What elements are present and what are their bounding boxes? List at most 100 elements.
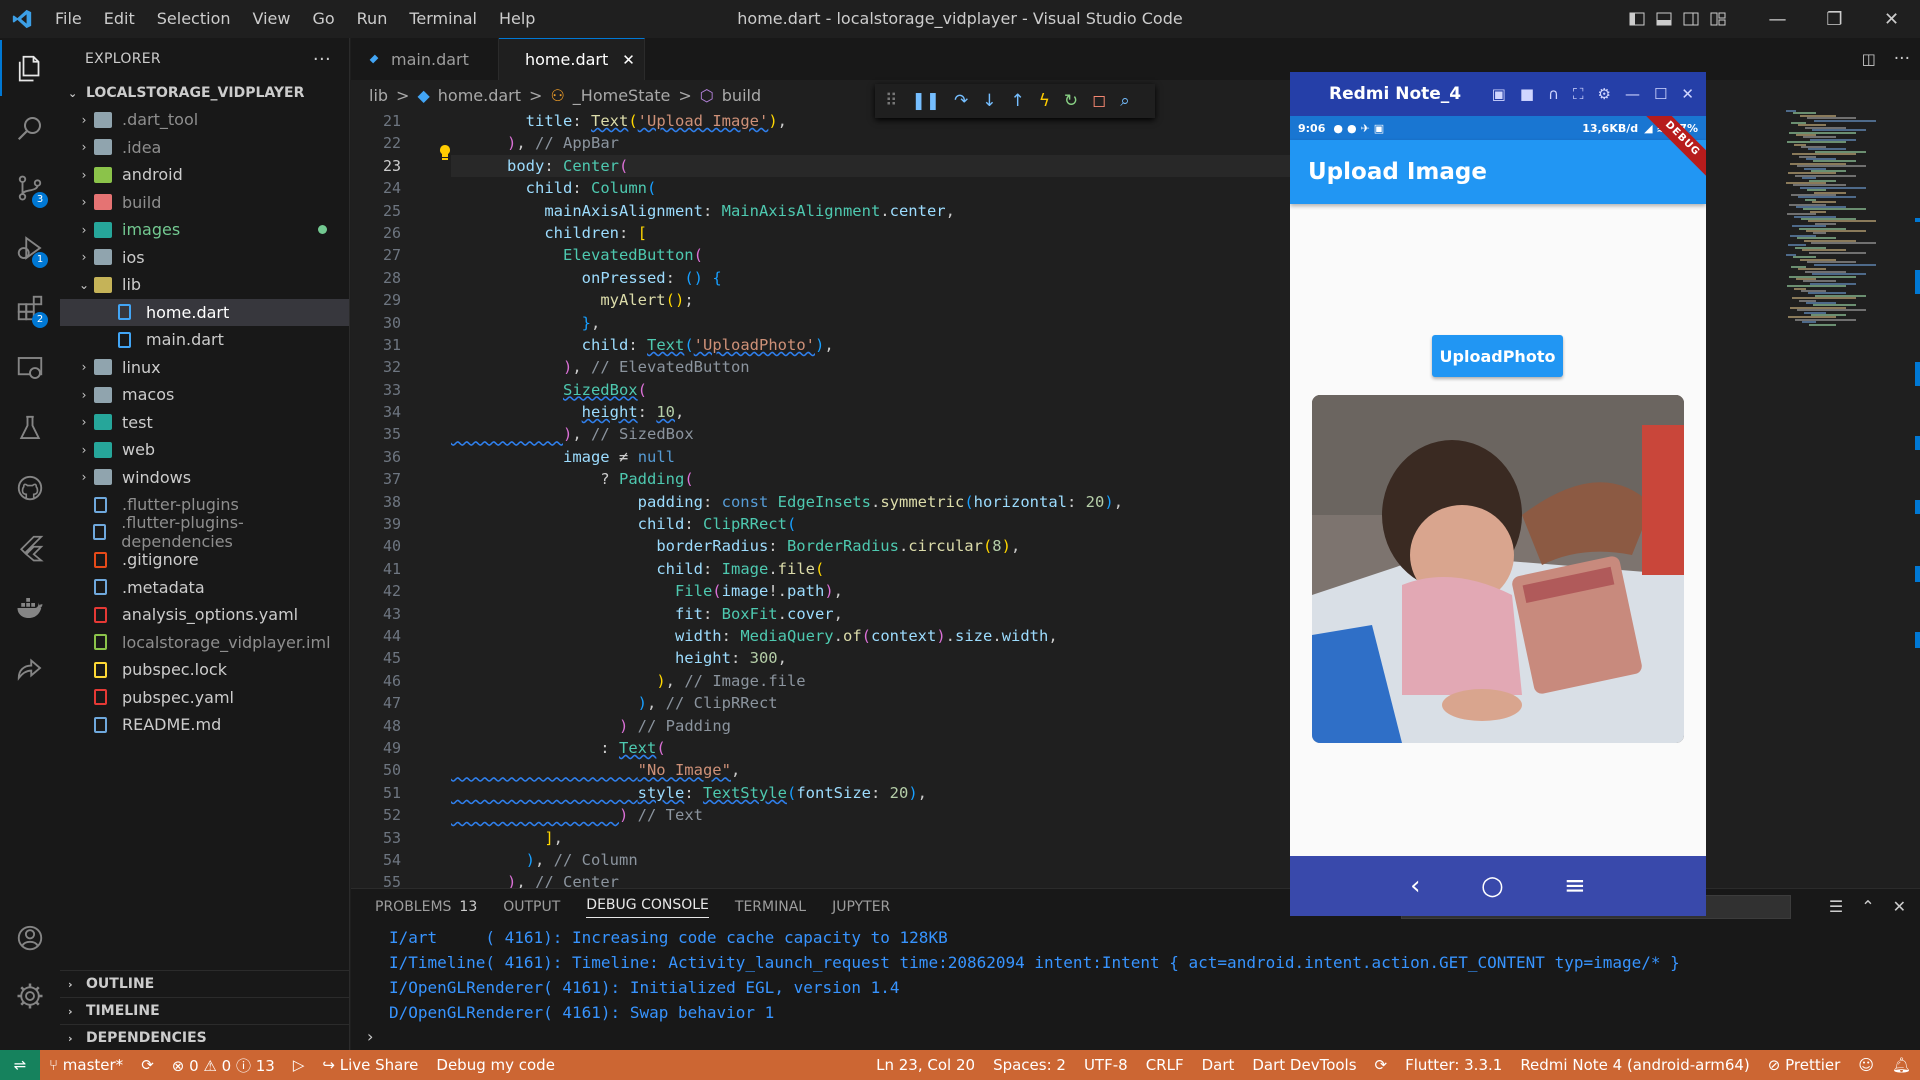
tree-item[interactable]: › ios [60,244,349,272]
tree-item[interactable]: › build [60,189,349,217]
minimap[interactable] [1780,110,1910,730]
tab-debug-console[interactable]: DEBUG CONSOLE [586,897,709,918]
debug-mode-status[interactable]: Debug my code [436,1056,555,1074]
restart-icon[interactable]: ↻ [1064,91,1078,111]
tab-main-dart[interactable]: main.dart [351,38,499,80]
flutter-version[interactable]: Flutter: 3.3.1 [1405,1056,1502,1074]
tree-item[interactable]: analysis_options.yaml [60,601,349,629]
dart-devtools[interactable]: Dart DevTools [1252,1056,1356,1074]
drag-handle-icon[interactable]: ⠿ [885,91,897,111]
run-debug-icon[interactable]: 1 [0,220,60,276]
hot-reload-icon[interactable]: ϟ [1039,91,1050,111]
close-window-icon[interactable]: ✕ [1863,0,1920,38]
live-share-status[interactable]: ↪ Live Share [322,1056,418,1074]
tab-terminal[interactable]: TERMINAL [735,899,806,915]
tree-item[interactable]: › linux [60,354,349,382]
tree-item[interactable]: › windows [60,464,349,492]
emulator-maximize-icon[interactable]: ☐ [1654,85,1667,103]
emulator-settings-icon[interactable]: ⚙ [1598,85,1611,103]
feedback-icon[interactable]: ☺ [1858,1056,1874,1074]
account-icon[interactable] [0,910,60,966]
console-prompt-icon[interactable]: › [367,1027,373,1046]
timeline-section[interactable]: › TIMELINE [60,997,350,1024]
sync-icon[interactable]: ⟳ [141,1056,154,1074]
maximize-panel-icon[interactable]: ⌃ [1861,897,1874,916]
outline-section[interactable]: › OUTLINE [60,970,350,997]
breadcrumb-lib[interactable]: lib [369,86,388,105]
tree-item[interactable]: main.dart [60,326,349,354]
line-ending[interactable]: CRLF [1146,1056,1184,1074]
upload-photo-button[interactable]: UploadPhoto [1432,335,1563,377]
remote-indicator-icon[interactable]: ⇌ [0,1050,40,1080]
step-out-icon[interactable]: ↑ [1010,91,1024,111]
problems-status[interactable]: ⊗ 0 ⚠ 0 ⓘ 13 [172,1055,275,1076]
tree-item[interactable]: › images [60,216,349,244]
fullscreen-icon[interactable]: ⛶ [1573,85,1584,103]
explorer-icon[interactable] [0,40,60,96]
step-over-icon[interactable]: ↷ [954,91,968,111]
menu-run[interactable]: Run [346,0,399,38]
customize-layout-icon[interactable] [1704,0,1731,38]
minimize-icon[interactable]: — [1749,0,1806,38]
tree-item[interactable]: › .dart_tool [60,106,349,134]
debug-status-icon[interactable]: ▷ [293,1056,305,1074]
tree-item[interactable]: › web [60,436,349,464]
record-icon[interactable]: ■ [1520,85,1534,103]
pause-icon[interactable]: ❚❚ [911,91,940,111]
menu-file[interactable]: File [44,0,93,38]
close-panel-icon[interactable]: ✕ [1893,897,1906,916]
stop-icon[interactable]: ◻ [1092,91,1106,111]
language-mode[interactable]: Dart [1202,1056,1235,1074]
dependencies-section[interactable]: › DEPENDENCIES [60,1024,350,1051]
tree-item[interactable]: .metadata [60,574,349,602]
remote-explorer-icon[interactable] [0,340,60,396]
device-selector[interactable]: Redmi Note 4 (android-arm64) [1520,1056,1749,1074]
restore-icon[interactable]: ❐ [1806,0,1863,38]
emulator-close-icon[interactable]: ✕ [1681,85,1694,103]
devtools-icon[interactable]: ⌕ [1120,91,1130,111]
tree-item[interactable]: ⌄ lib [60,271,349,299]
more-actions-icon[interactable]: ··· [1894,49,1910,69]
github-icon[interactable] [0,460,60,516]
menu-selection[interactable]: Selection [146,0,242,38]
testing-icon[interactable] [0,400,60,456]
extensions-icon[interactable]: 2 [0,280,60,336]
menu-go[interactable]: Go [301,0,345,38]
breadcrumb-method[interactable]: build [722,86,761,105]
encoding[interactable]: UTF-8 [1084,1056,1128,1074]
breadcrumb-class[interactable]: _HomeState [573,86,671,105]
more-actions-icon[interactable]: ··· [313,49,331,70]
tree-item[interactable]: home.dart [60,298,349,326]
notifications-icon[interactable]: 🔔︎ [1892,1056,1911,1074]
clear-console-icon[interactable]: ☰ [1829,897,1843,916]
audio-icon[interactable]: ∩ [1548,85,1559,103]
toggle-panel-icon[interactable] [1650,0,1677,38]
source-control-icon[interactable]: 3 [0,160,60,216]
tree-item[interactable]: localstorage_vidplayer.iml [60,629,349,657]
home-icon[interactable]: ○ [1481,871,1504,901]
workspace-root[interactable]: ⌄ LOCALSTORAGE_VIDPLAYER [60,80,349,106]
tab-jupyter[interactable]: JUPYTER [832,899,890,915]
tree-item[interactable]: › macos [60,381,349,409]
menu-view[interactable]: View [242,0,302,38]
close-tab-icon[interactable]: ✕ [622,51,635,69]
tree-item[interactable]: › android [60,161,349,189]
tree-item[interactable]: .flutter-plugins-dependencies [60,513,349,551]
menu-edit[interactable]: Edit [93,0,146,38]
menu-terminal[interactable]: Terminal [398,0,488,38]
tree-item[interactable]: pubspec.lock [60,656,349,684]
toggle-sidebar-icon[interactable] [1623,0,1650,38]
flutter-icon[interactable] [0,520,60,576]
indentation[interactable]: Spaces: 2 [993,1056,1066,1074]
back-icon[interactable]: ‹ [1410,871,1420,901]
tree-item[interactable]: › .idea [60,134,349,162]
tab-problems[interactable]: PROBLEMS 13 [375,899,477,915]
menu-help[interactable]: Help [488,0,546,38]
camera-icon[interactable]: ▣ [1492,85,1506,103]
tree-item[interactable]: pubspec.yaml [60,684,349,712]
breadcrumb-file[interactable]: home.dart [438,86,521,105]
live-share-icon[interactable] [0,640,60,696]
toggle-secondary-sidebar-icon[interactable] [1677,0,1704,38]
tree-item[interactable]: README.md [60,711,349,739]
search-icon[interactable] [0,100,60,156]
